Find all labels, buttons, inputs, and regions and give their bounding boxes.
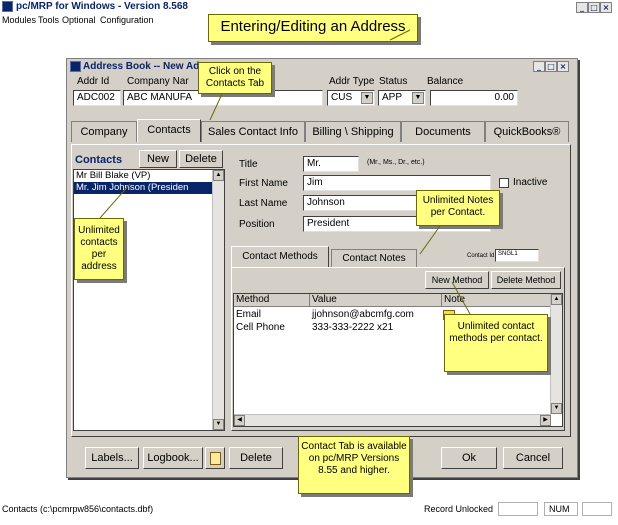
status-num: NUM [544,502,578,516]
status-path: Contacts (c:\pcmrpw856\contacts.dbf) [2,504,154,514]
pointer-contacts-tab [209,93,223,121]
status-lock: Record Unlocked [424,504,494,514]
pointer-unlimited-notes [419,225,441,255]
callout-pointers [99,29,471,315]
pointer-unlimited-methods [451,281,471,315]
status-bar: Contacts (c:\pcmrpw856\contacts.dbf) Rec… [0,499,618,521]
status-cell-end [582,502,612,516]
status-cell-blank [498,502,538,516]
pointer-main-title [389,29,411,41]
pointer-unlimited-contacts [99,183,131,219]
